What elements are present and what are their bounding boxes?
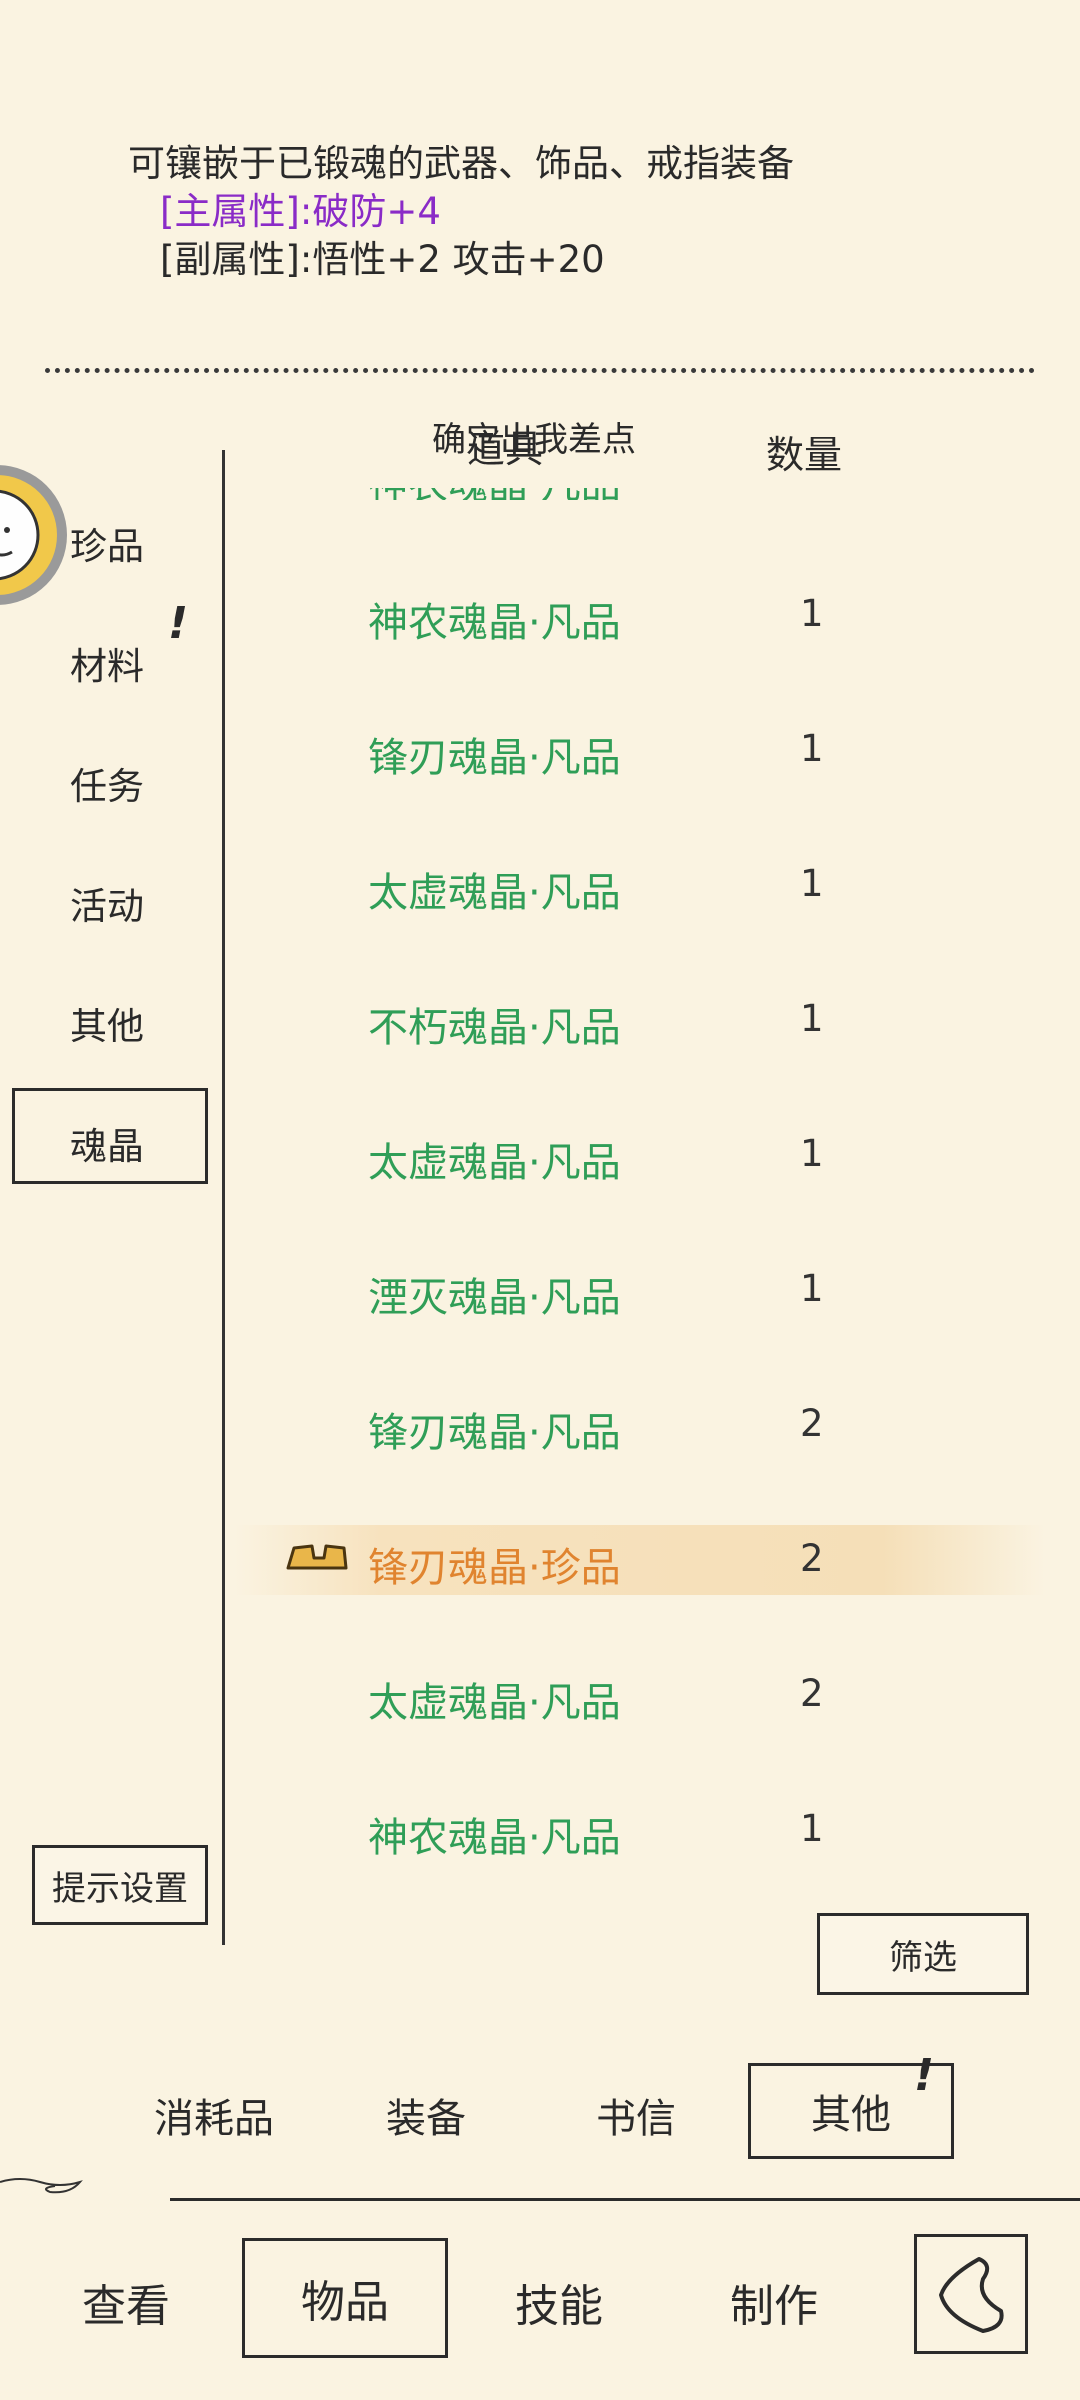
nav-skills[interactable]: 技能 xyxy=(515,2270,603,2334)
item-name[interactable]: 太虚魂晶·凡品 xyxy=(368,1670,621,1728)
sub-attribute: [副属性]:悟性+2 攻击+20 xyxy=(160,238,605,281)
cat-avatar-icon[interactable] xyxy=(0,460,72,610)
item-quantity: 1 xyxy=(800,727,824,770)
item-name[interactable]: 神农魂晶·凡品 xyxy=(368,590,621,648)
back-arrow-icon xyxy=(939,2257,1004,2333)
dotted-divider xyxy=(45,368,1035,373)
item-quantity: 2 xyxy=(800,1672,824,1715)
nav-items-selected[interactable]: 物品 xyxy=(242,2238,448,2358)
tab-other-label: 其他 xyxy=(811,2092,891,2138)
overlay-text: 确定出我差点 xyxy=(432,420,636,460)
item-quantity: 1 xyxy=(800,1132,824,1175)
item-quantity: 1 xyxy=(800,1267,824,1310)
equipped-tag-icon xyxy=(284,1538,350,1578)
alert-icon: ! xyxy=(914,2050,935,2101)
category-rare[interactable]: 珍品 xyxy=(70,516,144,570)
item-quantity: 2 xyxy=(800,1402,824,1445)
item-quantity: 1 xyxy=(800,592,824,635)
item-quantity: 1 xyxy=(800,997,824,1040)
nav-items-label: 物品 xyxy=(301,2277,389,2328)
category-quest[interactable]: 任务 xyxy=(70,756,144,810)
item-name[interactable]: 锋刃魂晶·凡品 xyxy=(368,1400,621,1458)
item-name[interactable]: 湮灭魂晶·凡品 xyxy=(368,1265,621,1323)
item-name[interactable]: 不朽魂晶·凡品 xyxy=(368,995,621,1053)
item-name[interactable]: 锋刃魂晶·珍品 xyxy=(368,1535,621,1593)
nav-divider xyxy=(170,2198,1080,2201)
filter-button[interactable]: 筛选 xyxy=(817,1913,1029,1995)
category-soul-crystal[interactable]: 魂晶 xyxy=(70,1116,144,1170)
category-event[interactable]: 活动 xyxy=(70,876,144,930)
clipped-row: 神农魂晶·凡品 xyxy=(368,488,638,500)
item-quantity: 1 xyxy=(800,862,824,905)
selected-row-highlight xyxy=(235,1525,1045,1595)
item-quantity: 1 xyxy=(800,1807,824,1850)
main-attribute: [主属性]:破防+4 xyxy=(160,190,441,233)
item-quantity: 2 xyxy=(800,1537,824,1580)
tab-letters[interactable]: 书信 xyxy=(596,2086,676,2144)
back-button[interactable] xyxy=(914,2234,1028,2354)
category-materials[interactable]: 材料 xyxy=(70,636,144,690)
column-header-quantity: 数量 xyxy=(766,433,843,477)
item-name[interactable]: 神农魂晶·凡品 xyxy=(368,1805,621,1863)
category-other[interactable]: 其他 xyxy=(70,996,144,1050)
alert-icon: ! xyxy=(168,598,189,649)
hint-settings-button[interactable]: 提示设置 xyxy=(32,1845,208,1925)
item-name[interactable]: 锋刃魂晶·凡品 xyxy=(368,725,621,783)
tab-consumables[interactable]: 消耗品 xyxy=(154,2086,274,2144)
nav-crafting[interactable]: 制作 xyxy=(730,2270,818,2334)
item-description: 可镶嵌于已锻魂的武器、饰品、戒指装备 xyxy=(128,142,794,185)
item-name[interactable]: 太虚魂晶·凡品 xyxy=(368,1130,621,1188)
sidebar-divider xyxy=(222,450,225,1945)
item-name[interactable]: 太虚魂晶·凡品 xyxy=(368,860,621,918)
nav-view[interactable]: 查看 xyxy=(82,2270,170,2334)
tab-equipment[interactable]: 装备 xyxy=(386,2086,466,2144)
